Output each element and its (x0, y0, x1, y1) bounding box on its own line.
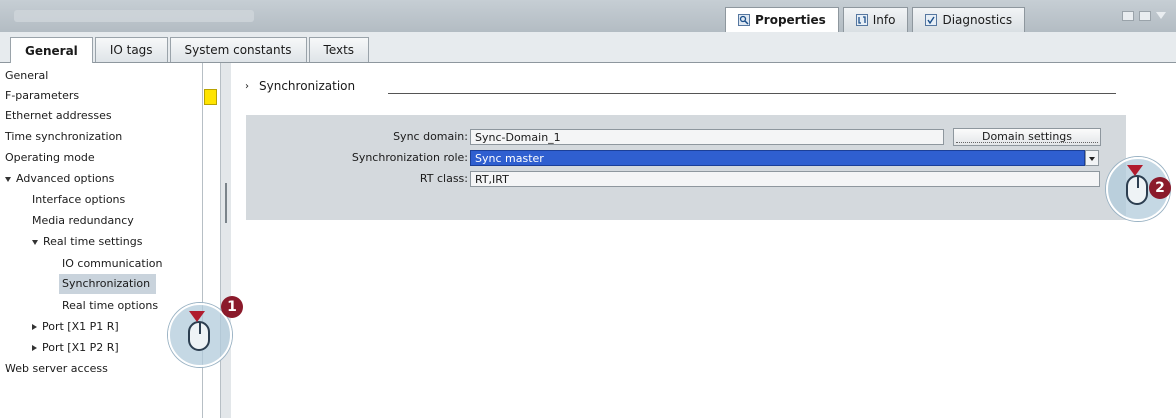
restore-icon[interactable] (1122, 11, 1134, 21)
rt-class-field: RT,IRT (470, 171, 1100, 187)
synchronization-panel: Sync domain: Sync-Domain_1 Domain settin… (246, 115, 1126, 220)
inspector-titlebar: Properties Info Diagnostics (0, 0, 1176, 32)
properties-content: › Synchronization Sync domain: Sync-Doma… (231, 63, 1176, 418)
nav-item-label: F-parameters (5, 89, 80, 102)
sync-role-label: Synchronization role: (351, 151, 468, 164)
step-badge-2: 2 (1149, 177, 1171, 199)
rt-class-label: RT class: (419, 172, 468, 185)
navigation-tree: General F-parameters Ethernet addresses … (0, 63, 220, 418)
section-title: Synchronization (259, 79, 356, 93)
tab-texts[interactable]: Texts (308, 37, 370, 62)
section-rule (388, 93, 1116, 94)
nav-item-general[interactable]: General (5, 66, 48, 86)
tab-properties[interactable]: Properties (725, 7, 839, 32)
collapse-triangle-icon[interactable] (32, 345, 37, 351)
tab-diagnostics[interactable]: Diagnostics (912, 7, 1026, 32)
nav-item-label: Operating mode (5, 151, 95, 164)
nav-item-label: Advanced options (16, 172, 115, 185)
down-arrow-icon (1127, 165, 1143, 176)
info-icon (855, 14, 868, 26)
nav-item-web-server-access[interactable]: Web server access (5, 359, 108, 379)
nav-item-label: Media redundancy (32, 214, 134, 227)
tab-info[interactable]: Info (842, 7, 909, 32)
nav-item-port-x1-p1-r[interactable]: Port [X1 P1 R] (32, 317, 119, 337)
tab-diagnostics-label: Diagnostics (942, 13, 1013, 27)
nav-item-label: IO communication (62, 257, 163, 270)
mouse-icon (1126, 165, 1148, 205)
domain-settings-button[interactable]: Domain settings (953, 128, 1101, 146)
chevron-right-icon: › (245, 80, 249, 92)
splitter-grip[interactable] (225, 183, 227, 223)
nav-item-label: General (5, 69, 49, 82)
nav-item-label: Interface options (32, 193, 126, 206)
nav-item-synchronization[interactable]: Synchronization (59, 274, 157, 294)
nav-item-advanced-options[interactable]: Advanced options (5, 169, 114, 189)
tab-info-label: Info (872, 13, 896, 27)
step-badge-1: 1 (221, 296, 243, 318)
nav-item-label: Synchronization (62, 277, 151, 290)
sync-role-select[interactable]: Sync master (470, 150, 1085, 166)
nav-item-label: Web server access (5, 362, 108, 375)
collapse-triangle-icon[interactable] (32, 324, 37, 330)
nav-item-real-time-settings[interactable]: Real time settings (32, 232, 142, 252)
tab-general[interactable]: General (10, 37, 93, 63)
tab-properties-label: Properties (755, 13, 826, 27)
expand-triangle-icon[interactable] (32, 239, 38, 245)
expand-triangle-icon[interactable] (5, 176, 11, 182)
nav-item-label: Real time options (62, 299, 159, 312)
diagnostics-icon (925, 14, 938, 26)
nav-item-ethernet-addresses[interactable]: Ethernet addresses (5, 106, 112, 126)
tab-io-tags[interactable]: IO tags (94, 37, 168, 62)
menu-chevron-icon[interactable] (1156, 12, 1166, 19)
section-tab-bar: General IO tags System constants Texts (0, 32, 1176, 63)
status-marker (204, 89, 217, 105)
nav-item-interface-options[interactable]: Interface options (32, 190, 125, 210)
down-arrow-icon (189, 311, 205, 322)
window-controls (1122, 11, 1166, 21)
nav-item-media-redundancy[interactable]: Media redundancy (32, 211, 134, 231)
tab-system-constants[interactable]: System constants (169, 37, 307, 62)
sync-domain-field: Sync-Domain_1 (470, 129, 944, 145)
nav-item-io-communication[interactable]: IO communication (62, 254, 162, 274)
nav-item-label: Time synchronization (5, 130, 123, 143)
dropdown-arrow-icon[interactable] (1085, 150, 1099, 166)
minimize-icon[interactable] (1139, 11, 1151, 21)
properties-icon (738, 14, 750, 26)
inspector-tabs: Properties Info Diagnostics (725, 7, 1026, 32)
nav-item-time-synchronization[interactable]: Time synchronization (5, 127, 122, 147)
nav-item-label: Ethernet addresses (5, 109, 112, 122)
section-header[interactable]: › Synchronization (245, 79, 355, 93)
mouse-icon (188, 311, 210, 351)
nav-item-port-x1-p2-r[interactable]: Port [X1 P2 R] (32, 338, 119, 358)
sync-domain-label: Sync domain: (393, 130, 468, 143)
nav-item-label: Port [X1 P2 R] (42, 341, 119, 354)
nav-item-f-parameters[interactable]: F-parameters (5, 86, 79, 106)
nav-item-label: Port [X1 P1 R] (42, 320, 119, 333)
blurred-title (14, 10, 254, 22)
nav-item-operating-mode[interactable]: Operating mode (5, 148, 95, 168)
nav-item-label: Real time settings (43, 235, 143, 248)
nav-item-real-time-options[interactable]: Real time options (62, 296, 158, 316)
